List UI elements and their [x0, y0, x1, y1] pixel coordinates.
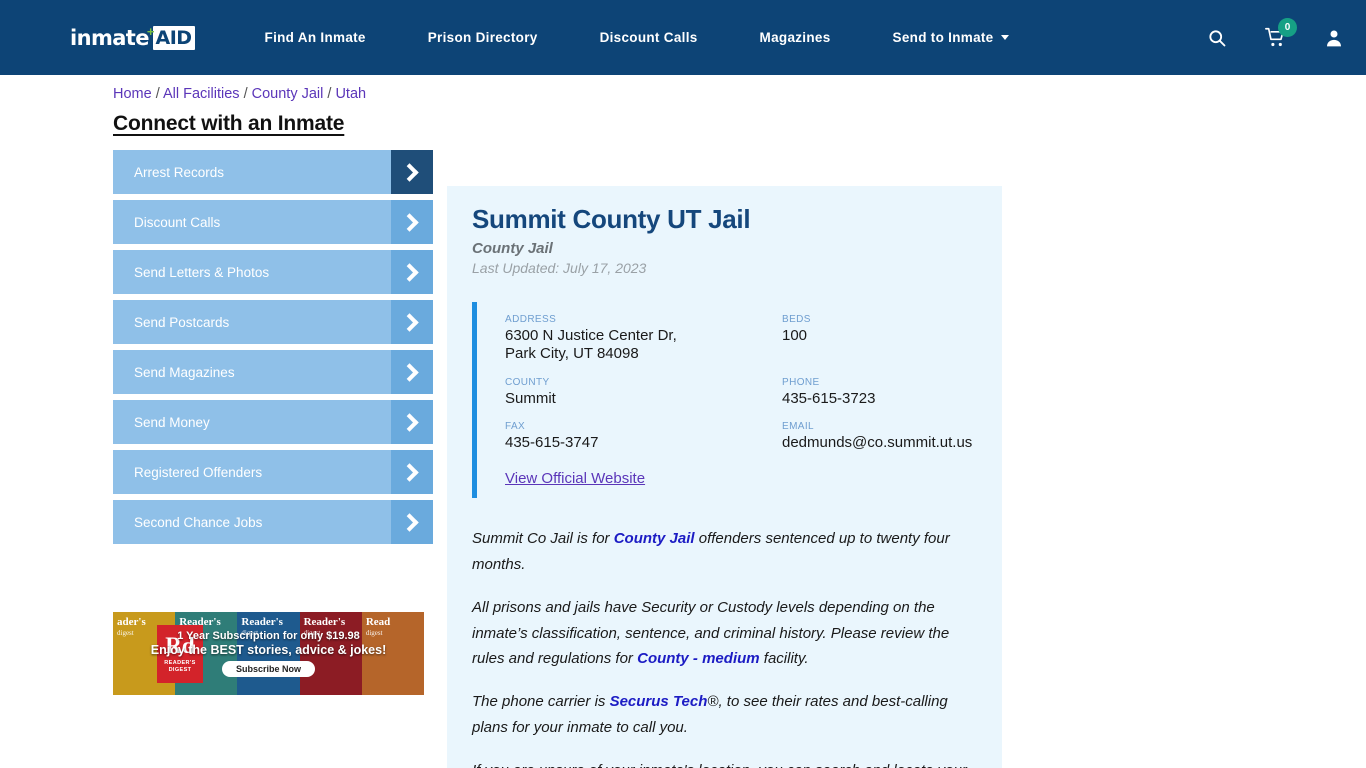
- sidebar-item-label: Send Magazines: [134, 364, 235, 380]
- site-header: inmate + AID Find An Inmate Prison Direc…: [0, 0, 1366, 75]
- chevron-right-icon: [391, 450, 433, 494]
- nav-send-to-inmate[interactable]: Send to Inmate: [893, 30, 1009, 45]
- nav-prison-directory[interactable]: Prison Directory: [428, 30, 538, 45]
- facility-type: County Jail: [472, 240, 553, 257]
- breadcrumb-utah[interactable]: Utah: [335, 86, 366, 102]
- facility-description: Summit Co Jail is for County Jail offend…: [447, 526, 1002, 768]
- sidebar-item-label: Second Chance Jobs: [134, 514, 263, 530]
- p1-text-a: Summit Co Jail is for: [472, 530, 614, 548]
- breadcrumb-county-jail[interactable]: County Jail: [252, 86, 324, 102]
- cart-count-badge: 0: [1278, 18, 1297, 37]
- header-tools: 0: [1207, 18, 1344, 48]
- detail-label: EMAIL: [782, 420, 815, 432]
- description-paragraph-3: The phone carrier is Securus Tech®, to s…: [472, 689, 977, 741]
- detail-label: BEDS: [782, 314, 811, 325]
- chevron-right-icon: [391, 400, 433, 444]
- breadcrumb: Home / All Facilities / County Jail / Ut…: [113, 86, 366, 102]
- detail-value: Summit: [505, 389, 556, 407]
- shopping-cart-icon[interactable]: 0: [1265, 18, 1297, 48]
- breadcrumb-home[interactable]: Home: [113, 86, 152, 102]
- detail-value: 435-615-3747: [505, 433, 599, 451]
- chevron-right-icon: [391, 500, 433, 544]
- breadcrumb-separator: /: [243, 86, 248, 102]
- chevron-right-icon: [391, 250, 433, 294]
- p2-highlight: County - medium: [637, 650, 760, 668]
- p1-highlight: County Jail: [613, 530, 695, 548]
- detail-label: COUNTY: [505, 376, 550, 388]
- breadcrumb-separator: /: [327, 86, 332, 102]
- detail-address: ADDRESS 6300 N Justice Center Dr, Park Ci…: [505, 314, 782, 364]
- breadcrumb-all-facilities[interactable]: All Facilities: [163, 86, 240, 102]
- sidebar-item-arrest-records[interactable]: Arrest Records: [113, 150, 433, 194]
- nav-find-an-inmate[interactable]: Find An Inmate: [265, 30, 366, 45]
- facility-details: ADDRESS 6300 N Justice Center Dr, Park Ci…: [472, 302, 982, 499]
- detail-email: EMAIL dedmunds@co.summit.ut.us: [782, 421, 982, 452]
- detail-label: PHONE: [782, 376, 820, 388]
- site-logo[interactable]: inmate + AID: [70, 24, 195, 52]
- chevron-right-icon: [391, 200, 433, 244]
- chevron-right-icon: [391, 350, 433, 394]
- user-account-icon[interactable]: [1324, 28, 1344, 48]
- sidebar-item-label: Send Letters & Photos: [134, 264, 270, 280]
- sidebar-title: Connect with an Inmate: [113, 112, 345, 135]
- ad-subscribe-button[interactable]: Subscribe Now: [221, 661, 315, 677]
- sidebar-item-label: Discount Calls: [134, 214, 221, 230]
- sidebar-item-send-letters-photos[interactable]: Send Letters & Photos: [113, 250, 433, 294]
- search-icon[interactable]: [1207, 28, 1227, 48]
- detail-fax: FAX 435-615-3747: [505, 421, 782, 452]
- main-navigation: Find An Inmate Prison Directory Discount…: [265, 30, 1207, 45]
- detail-county: COUNTY Summit: [505, 377, 782, 408]
- sidebar-item-send-money[interactable]: Send Money: [113, 400, 433, 444]
- detail-value: 435-615-3723: [782, 389, 876, 407]
- detail-label: ADDRESS: [505, 314, 557, 325]
- sidebar-item-send-magazines[interactable]: Send Magazines: [113, 350, 433, 394]
- breadcrumb-separator: /: [155, 86, 160, 102]
- sidebar-item-send-postcards[interactable]: Send Postcards: [113, 300, 433, 344]
- facility-details-grid: ADDRESS 6300 N Justice Center Dr, Park Ci…: [505, 314, 982, 452]
- sidebar-item-label: Arrest Records: [134, 164, 225, 180]
- nav-magazines[interactable]: Magazines: [760, 30, 831, 45]
- chevron-right-icon: [391, 150, 433, 194]
- p3-highlight: Securus Tech: [609, 693, 708, 711]
- facility-last-updated: Last Updated: July 17, 2023: [472, 260, 647, 276]
- p4-text-a: If you are unsure of your inmate's locat…: [472, 762, 967, 768]
- nav-discount-calls[interactable]: Discount Calls: [600, 30, 698, 45]
- nav-send-to-inmate-label: Send to Inmate: [892, 30, 994, 45]
- view-official-website-link[interactable]: View Official Website: [505, 470, 645, 487]
- sidebar-item-second-chance-jobs[interactable]: Second Chance Jobs: [113, 500, 433, 544]
- sidebar: Connect with an Inmate Arrest Records Di…: [113, 112, 433, 550]
- logo-aid: AID: [153, 25, 195, 50]
- sidebar-item-discount-calls[interactable]: Discount Calls: [113, 200, 433, 244]
- ad-overlay: 1 Year Subscription for only $19.98 Enjo…: [113, 612, 424, 695]
- detail-beds: BEDS 100: [782, 314, 982, 364]
- ad-subheadline: Enjoy the BEST stories, advice & jokes!: [150, 643, 387, 657]
- detail-label: FAX: [505, 420, 526, 432]
- sidebar-item-label: Registered Offenders: [134, 464, 263, 480]
- detail-phone: PHONE 435-615-3723: [782, 377, 982, 408]
- detail-value: dedmunds@co.summit.ut.us: [782, 433, 973, 451]
- p3-text-a: The phone carrier is: [472, 693, 610, 711]
- logo-plus-icon: +: [146, 24, 155, 39]
- advertisement-banner[interactable]: ader's digest Reader's digest Reader's d…: [113, 612, 424, 695]
- facility-panel: Summit County UT Jail County Jail Last U…: [447, 186, 1002, 768]
- sidebar-item-label: Send Money: [134, 414, 210, 430]
- logo-word: inmate: [70, 25, 149, 50]
- p2-text-c: facility.: [759, 650, 809, 668]
- sidebar-item-registered-offenders[interactable]: Registered Offenders: [113, 450, 433, 494]
- description-paragraph-1: Summit Co Jail is for County Jail offend…: [472, 526, 977, 578]
- chevron-right-icon: [391, 300, 433, 344]
- page-title: Summit County UT Jail: [472, 204, 751, 234]
- sidebar-item-label: Send Postcards: [134, 314, 230, 330]
- chevron-down-icon: [1000, 35, 1009, 40]
- description-paragraph-4: If you are unsure of your inmate's locat…: [472, 758, 977, 768]
- detail-value: 100: [782, 327, 808, 344]
- detail-value: 6300 N Justice Center Dr, Park City, UT 8…: [505, 327, 677, 363]
- description-paragraph-2: All prisons and jails have Security or C…: [472, 595, 977, 672]
- ad-headline: 1 Year Subscription for only $19.98: [177, 630, 360, 642]
